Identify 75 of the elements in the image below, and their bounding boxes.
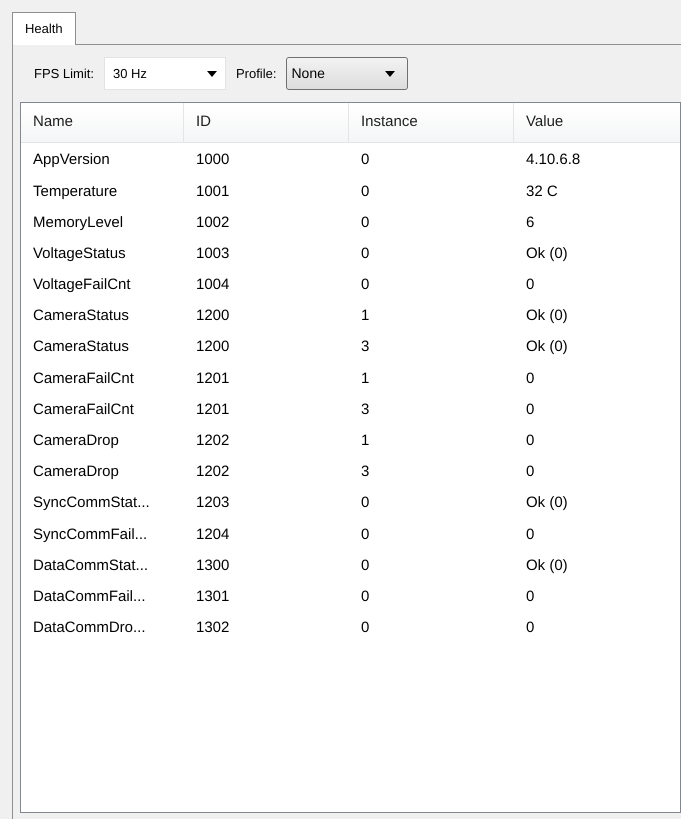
table-cell-text: 1300 bbox=[195, 556, 230, 576]
table-cell-text: 0 bbox=[360, 244, 370, 264]
table-cell-text: 1301 bbox=[195, 586, 230, 607]
column-header[interactable]: Value bbox=[514, 103, 680, 142]
table-cell-text: CameraFailCnt bbox=[32, 368, 135, 389]
column-header[interactable]: Name bbox=[21, 103, 184, 142]
table-cell-text: 0 bbox=[360, 493, 370, 514]
table-cell-text: 1 bbox=[360, 431, 370, 452]
table-cell-text: 1201 bbox=[195, 400, 230, 420]
caret-icon bbox=[206, 70, 217, 76]
table-cell-text: CameraDrop bbox=[32, 431, 120, 452]
table-cell-text: 1003 bbox=[195, 244, 230, 264]
table-cell-text: 3 bbox=[360, 337, 370, 358]
table-cell-text: CameraFailCnt bbox=[32, 400, 135, 420]
table-cell-text: 0 bbox=[525, 586, 536, 607]
table-cell-text: 1 bbox=[360, 306, 370, 326]
table-cell-text: DataCommStat... bbox=[32, 556, 150, 576]
table-cell-text: 0 bbox=[360, 212, 370, 233]
table-cell-text: CameraDrop bbox=[32, 462, 120, 482]
table-cell-text: SyncCommFail... bbox=[32, 524, 148, 545]
table-cell-text: 0 bbox=[360, 618, 370, 638]
tab[interactable]: Health bbox=[12, 12, 76, 45]
table-cell-text: 1204 bbox=[195, 524, 230, 545]
table-cell-text: Temperature bbox=[32, 182, 118, 202]
table-cell-text: 1202 bbox=[195, 462, 230, 482]
table-cell-text: 0 bbox=[360, 556, 370, 576]
table-cell-text: 1200 bbox=[195, 306, 230, 326]
table-cell-text: MemoryLevel bbox=[32, 212, 124, 233]
table-cell-text: 1001 bbox=[195, 182, 230, 202]
fps-limit-dropdown[interactable]: 30 Hz bbox=[104, 57, 226, 90]
table-cell-text: Ok (0) bbox=[525, 556, 569, 576]
table-cell-text: Ok (0) bbox=[525, 493, 569, 514]
table-cell-text: CameraStatus bbox=[32, 337, 130, 358]
table-cell-text: 6 bbox=[525, 212, 536, 233]
table-cell-text: VoltageFailCnt bbox=[32, 275, 132, 296]
table-cell-text: 0 bbox=[525, 618, 536, 638]
table-cell-text: CameraStatus bbox=[32, 306, 130, 326]
table-cell-text: 0 bbox=[360, 524, 370, 545]
table-cell-text: 0 bbox=[360, 150, 370, 170]
table-cell-text: 1203 bbox=[195, 493, 230, 514]
table-cell-text: 4.10.6.8 bbox=[525, 150, 582, 170]
table-cell-text: 1 bbox=[360, 368, 370, 389]
table-cell-text: 1002 bbox=[195, 212, 230, 233]
table-cell-text: 0 bbox=[525, 524, 536, 545]
fps-limit-label: FPS Limit: bbox=[34, 64, 94, 83]
table-cell-text: AppVersion bbox=[32, 150, 111, 170]
table-cell-text: 32 C bbox=[525, 182, 559, 202]
table-cell-text: Ok (0) bbox=[525, 337, 569, 358]
table-cell-text: DataCommFail... bbox=[32, 586, 147, 607]
profile-label: Profile: bbox=[236, 64, 276, 83]
table-cell-text: 0 bbox=[525, 368, 536, 389]
table-cell-text: 3 bbox=[360, 462, 370, 482]
table-cell-text: 0 bbox=[525, 275, 536, 296]
column-header[interactable]: ID bbox=[184, 103, 349, 142]
table-cell-text: Ok (0) bbox=[525, 244, 569, 264]
table-cell-text: 1202 bbox=[195, 431, 230, 452]
table-cell-text: 0 bbox=[360, 275, 370, 296]
table-cell-text: 0 bbox=[360, 586, 370, 607]
table-cell-text: 1200 bbox=[195, 337, 230, 358]
caret-icon bbox=[385, 70, 396, 76]
table-cell-text: 1201 bbox=[195, 368, 230, 389]
table-cell-text: 3 bbox=[360, 400, 370, 420]
table-cell-text: 0 bbox=[525, 431, 536, 452]
table-cell-text: 1302 bbox=[195, 618, 230, 638]
table-cell-text: DataCommDro... bbox=[32, 618, 147, 638]
table-cell-text: SyncCommStat... bbox=[32, 493, 151, 514]
table-cell-text: 0 bbox=[360, 182, 370, 202]
table-cell-text: VoltageStatus bbox=[32, 244, 127, 264]
column-header[interactable]: Instance bbox=[349, 103, 514, 142]
table-cell-text: Ok (0) bbox=[525, 306, 569, 326]
profile-dropdown[interactable]: None bbox=[286, 57, 408, 90]
table-cell-text: 0 bbox=[525, 400, 536, 420]
table-cell-text: 0 bbox=[525, 462, 536, 482]
table-cell-text: 1000 bbox=[195, 150, 230, 170]
table-cell-text: 1004 bbox=[195, 275, 230, 296]
